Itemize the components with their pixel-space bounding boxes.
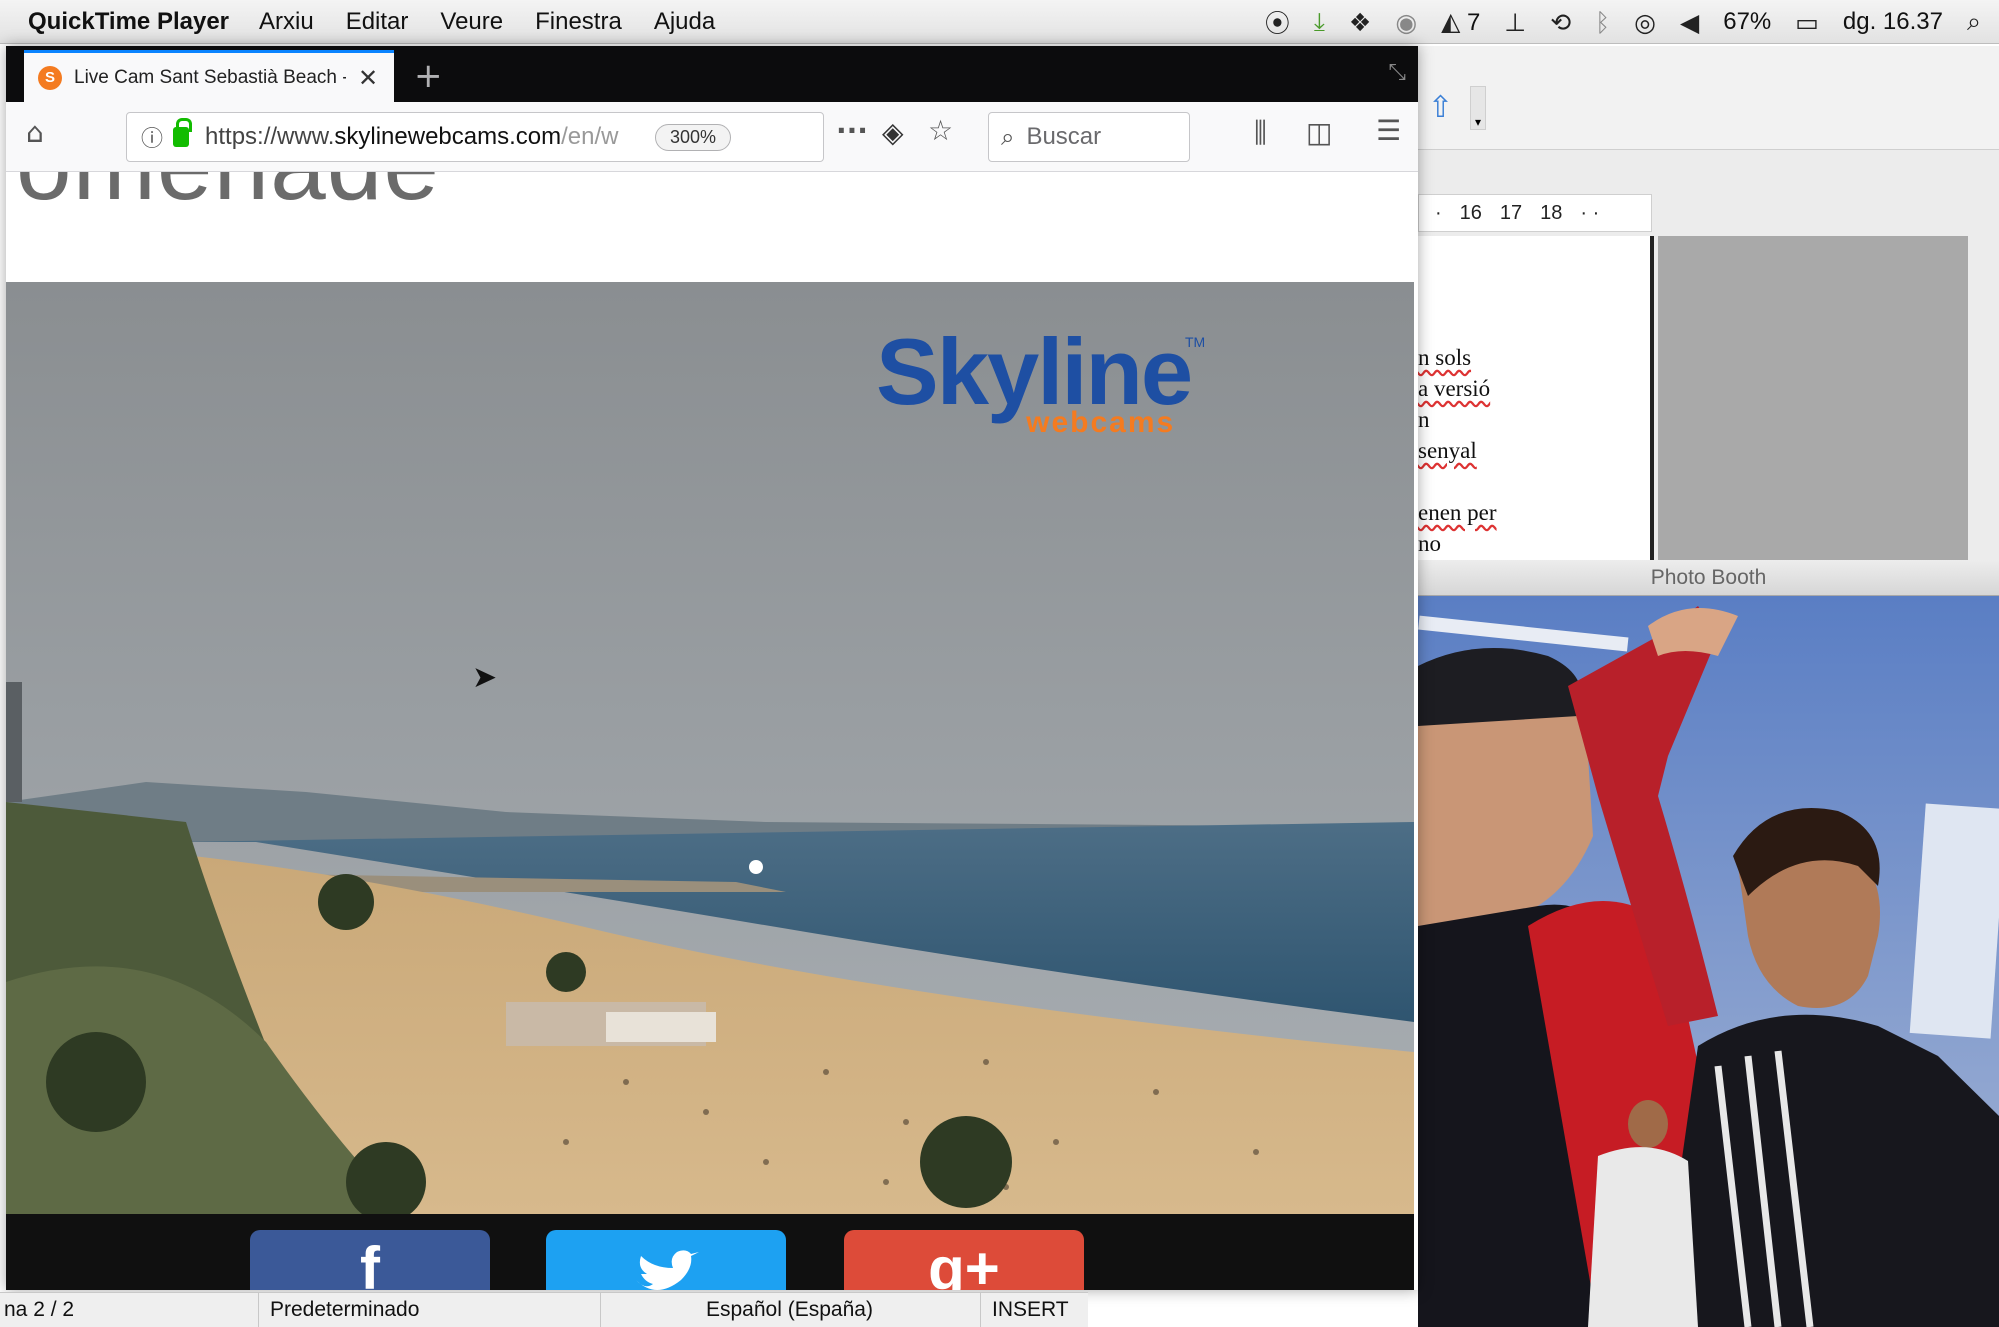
menu-veure[interactable]: Veure — [440, 8, 503, 36]
network-icon[interactable]: ⊥ — [1504, 8, 1526, 37]
logo-tm: TM — [1184, 334, 1206, 350]
document-text[interactable]: n sols a versió n senyal enen per no — [1418, 342, 1518, 559]
url-text[interactable]: https://www.skylinewebcams.com/en/w — [205, 123, 645, 151]
writer-toolbar: ⇧ ▾ — [1418, 46, 1999, 150]
divider — [600, 1293, 601, 1327]
app-menu[interactable]: QuickTime Player — [28, 8, 229, 36]
dropdown-icon[interactable]: ▾ — [1470, 86, 1486, 130]
menu-arxiu[interactable]: Arxiu — [259, 8, 314, 36]
text-line: n — [1418, 407, 1430, 432]
home-icon[interactable]: ⌂ — [26, 116, 44, 149]
ruler-16: 16 — [1459, 201, 1482, 224]
adobe-badge[interactable]: ◭ 7 — [1441, 7, 1480, 37]
record-icon[interactable]: ⦿ — [1265, 4, 1290, 40]
ruler: · 16 17 18 · · — [1418, 194, 1652, 232]
download-icon[interactable]: ⤓ — [1314, 7, 1325, 37]
status-area: ⦿ ⤓ ❖ ◉ ◭ 7 ⊥ ⟲ ᛒ ◎ ◀ 67% ▭ dg. 16.37 ⌕ — [1265, 0, 1981, 44]
hamburger-menu-icon[interactable]: ☰ — [1376, 114, 1401, 147]
ruler-tick: · · — [1580, 201, 1600, 224]
photobooth-window: Photo Booth — [1418, 560, 1999, 1327]
search-input[interactable]: ⌕ Buscar — [988, 112, 1190, 162]
facebook-icon: f — [360, 1235, 380, 1290]
bluetooth-icon[interactable]: ᛒ — [1595, 8, 1610, 37]
divider — [980, 1293, 981, 1327]
volume-icon[interactable]: ◀ — [1680, 8, 1699, 37]
adobe-icon: ◭ — [1441, 7, 1461, 36]
text-line: senyal — [1418, 438, 1477, 463]
new-tab-icon[interactable]: + — [414, 56, 443, 96]
ruler-tick: · — [1435, 201, 1442, 224]
facebook-share-button[interactable]: f — [250, 1230, 490, 1290]
page-heading: omenade — [16, 172, 440, 223]
page-style[interactable]: Predeterminado — [270, 1298, 419, 1322]
text-line: no — [1418, 531, 1441, 556]
document-background — [1658, 236, 1968, 560]
webcam-video[interactable]: Skyline TM webcams ➤ — [6, 282, 1414, 1214]
writer-status-bar: na 2 / 2 Predeterminado Español (España)… — [0, 1292, 1088, 1327]
url-prefix: https://www. — [205, 123, 335, 150]
photobooth-title[interactable]: Photo Booth — [1418, 560, 1999, 596]
skyline-favicon-icon: S — [38, 65, 62, 90]
lock-icon[interactable] — [173, 118, 193, 147]
clock[interactable]: dg. 16.37 — [1843, 8, 1943, 36]
battery-icon[interactable]: ▭ — [1795, 8, 1819, 37]
divider — [258, 1293, 259, 1327]
url-domain: skylinewebcams.com — [334, 123, 562, 150]
photobooth-camera-view — [1418, 596, 1999, 1327]
tab-live-cam[interactable]: S Live Cam Sant Sebastià Beach - ✕ — [24, 50, 394, 102]
resize-icon[interactable]: ⤡ — [1388, 60, 1406, 85]
text-line: a versió — [1418, 376, 1491, 401]
time-machine-icon[interactable]: ⟲ — [1550, 8, 1571, 37]
twitter-share-button[interactable] — [546, 1230, 786, 1290]
googleplus-share-button[interactable]: g+ — [844, 1230, 1084, 1290]
menu-editar[interactable]: Editar — [346, 8, 409, 36]
tab-bar: S Live Cam Sant Sebastià Beach - ✕ + ⤡ — [6, 46, 1418, 102]
bookmark-star-icon[interactable]: ☆ — [928, 114, 953, 147]
dropbox-icon[interactable]: ❖ — [1349, 8, 1371, 37]
googleplus-icon: g+ — [928, 1235, 1000, 1290]
page-indicator[interactable]: na 2 / 2 — [4, 1298, 74, 1322]
logo-sub: webcams — [1026, 406, 1176, 439]
camera-image — [1418, 596, 1999, 1327]
mouse-cursor-icon: ➤ — [472, 660, 498, 695]
search-icon: ⌕ — [1001, 123, 1015, 151]
ruler-18: 18 — [1540, 201, 1563, 224]
language[interactable]: Español (España) — [706, 1298, 873, 1322]
insert-mode[interactable]: INSERT — [992, 1298, 1069, 1322]
menu-bar: QuickTime Player Arxiu Editar Veure Fine… — [0, 0, 1999, 44]
text-line — [1418, 466, 1518, 497]
skyline-logo: Skyline TM webcams — [876, 318, 1205, 439]
search-placeholder: Buscar — [1026, 123, 1102, 150]
badge-count: 7 — [1467, 9, 1481, 36]
battery-percent[interactable]: 67% — [1723, 8, 1771, 36]
wifi-icon[interactable]: ◎ — [1634, 8, 1656, 37]
spotlight-icon[interactable]: ⌕ — [1967, 7, 1981, 37]
beach-image — [6, 282, 1414, 1214]
close-tab-icon[interactable]: ✕ — [358, 64, 378, 92]
ruler-17: 17 — [1499, 201, 1523, 224]
text-line: enen per — [1418, 500, 1497, 525]
twitter-icon — [636, 1250, 699, 1290]
menu-ajuda[interactable]: Ajuda — [654, 8, 715, 36]
zoom-indicator[interactable]: 300% — [655, 123, 732, 151]
writer-window: ⇧ ▾ · 16 17 18 · · n sols a versió n sen… — [1418, 46, 1999, 560]
tab-title: Live Cam Sant Sebastià Beach - — [74, 66, 346, 88]
desktop: QuickTime Player Arxiu Editar Veure Fine… — [0, 0, 1999, 1327]
sidebar-icon[interactable]: ◫ — [1306, 116, 1332, 149]
arrow-up-icon[interactable]: ⇧ — [1428, 90, 1453, 125]
navigation-toolbar: ⌂ ⓘ https://www.skylinewebcams.com/en/w … — [6, 102, 1418, 172]
more-icon[interactable]: ··· — [836, 114, 868, 147]
page-content: omenade — [6, 172, 1418, 1290]
notification-icon[interactable]: ◉ — [1395, 8, 1417, 37]
info-icon[interactable]: ⓘ — [141, 121, 163, 153]
firefox-window: S Live Cam Sant Sebastià Beach - ✕ + ⤡ ⌂… — [6, 46, 1418, 1290]
url-suffix: /en/w — [561, 123, 619, 150]
url-bar[interactable]: ⓘ https://www.skylinewebcams.com/en/w 30… — [126, 112, 824, 162]
menu-finestra[interactable]: Finestra — [535, 8, 622, 36]
library-icon[interactable]: ⫼ — [1254, 116, 1267, 150]
share-bar: f g+ — [6, 1214, 1414, 1290]
pocket-icon[interactable]: ◈ — [882, 116, 904, 149]
text-line: n sols — [1418, 345, 1472, 370]
